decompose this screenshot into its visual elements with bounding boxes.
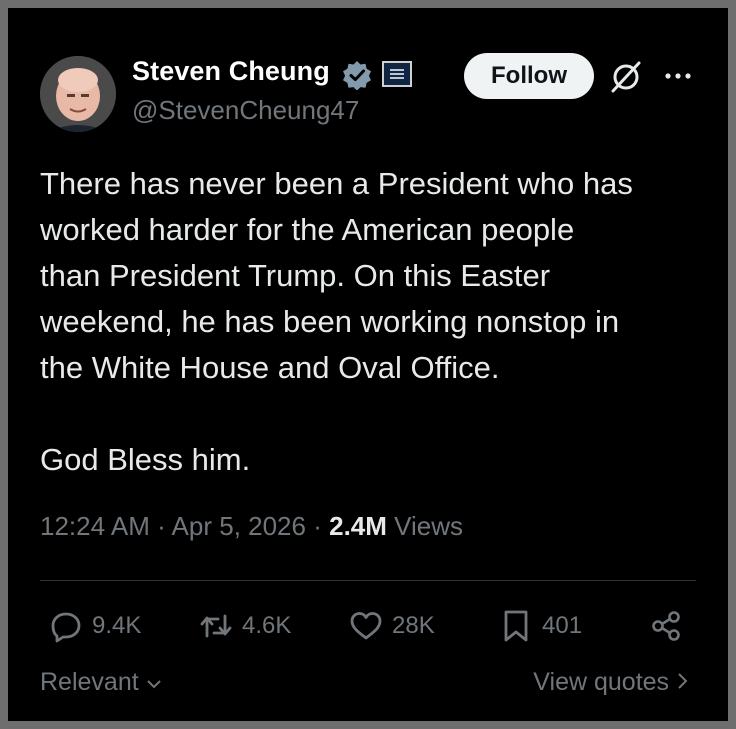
bookmark-button[interactable]: 401 xyxy=(498,606,582,646)
reply-icon xyxy=(51,612,81,643)
like-count: 28K xyxy=(392,612,435,639)
display-name[interactable]: Steven Cheung xyxy=(132,56,330,87)
reply-count: 9.4K xyxy=(92,612,142,639)
tweet-date[interactable]: Apr 5, 2026 xyxy=(172,511,306,541)
tweet-meta: 12:24 AM · Apr 5, 2026 · 2.4M Views xyxy=(40,511,463,542)
verified-badge-icon[interactable] xyxy=(342,60,372,90)
repost-button[interactable]: 4.6K xyxy=(198,606,291,646)
more-icon[interactable] xyxy=(663,68,693,84)
grok-icon[interactable] xyxy=(608,59,644,95)
sort-dropdown[interactable]: Relevant xyxy=(40,668,162,697)
follow-button[interactable]: Follow xyxy=(464,53,594,99)
repost-count: 4.6K xyxy=(242,612,292,639)
tweet-time[interactable]: 12:24 AM xyxy=(40,511,150,541)
bookmark-count: 401 xyxy=(542,612,583,639)
divider xyxy=(40,580,696,581)
repost-icon xyxy=(200,614,232,638)
views-label: Views xyxy=(394,511,464,541)
tweet-card: Steven Cheung @StevenCheung47 Follow The… xyxy=(8,8,728,721)
view-quotes-link[interactable]: View quotes xyxy=(533,668,688,697)
heart-icon xyxy=(350,612,382,640)
share-button[interactable] xyxy=(648,606,684,646)
bookmark-icon xyxy=(504,610,528,642)
handle[interactable]: @StevenCheung47 xyxy=(132,95,359,126)
avatar[interactable] xyxy=(40,56,116,132)
avatar-image xyxy=(40,56,116,132)
meta-separator: · xyxy=(313,511,330,541)
share-icon xyxy=(652,611,680,641)
meta-separator: · xyxy=(157,511,172,541)
view-quotes-label: View quotes xyxy=(533,668,670,696)
chevron-right-icon xyxy=(678,673,688,689)
like-button[interactable]: 28K xyxy=(348,606,435,646)
sort-label: Relevant xyxy=(40,668,139,696)
white-house-affiliation-badge[interactable] xyxy=(382,61,412,87)
chevron-down-icon xyxy=(146,680,161,689)
reply-button[interactable]: 9.4K xyxy=(48,606,141,646)
views-count: 2.4M xyxy=(329,511,387,541)
tweet-text: There has never been a President who has… xyxy=(40,166,633,477)
